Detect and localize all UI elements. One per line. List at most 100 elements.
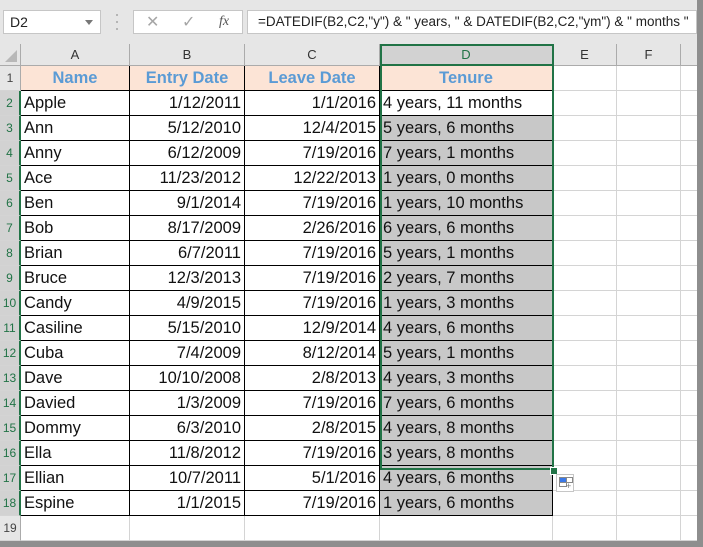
empty-cell[interactable] <box>553 166 617 191</box>
row-header-7[interactable]: 7 <box>0 216 21 241</box>
row-header-18[interactable]: 18 <box>0 491 21 516</box>
row-header-19[interactable]: 19 <box>0 516 21 541</box>
column-header-g[interactable] <box>681 44 697 66</box>
empty-cell[interactable] <box>617 91 681 116</box>
name-cell[interactable]: Cuba <box>21 341 130 366</box>
empty-cell[interactable] <box>681 191 697 216</box>
empty-cell[interactable] <box>21 516 130 541</box>
row-header-14[interactable]: 14 <box>0 391 21 416</box>
column-header-c[interactable]: C <box>245 44 380 66</box>
empty-cell[interactable] <box>681 91 697 116</box>
leave-date-cell[interactable]: 5/1/2016 <box>245 466 380 491</box>
row-header-17[interactable]: 17 <box>0 466 21 491</box>
empty-cell[interactable] <box>681 316 697 341</box>
entry-date-cell[interactable]: 8/17/2009 <box>130 216 245 241</box>
name-cell[interactable]: Casiline <box>21 316 130 341</box>
empty-cell[interactable] <box>553 316 617 341</box>
empty-cell[interactable] <box>245 516 380 541</box>
name-cell[interactable]: Ann <box>21 116 130 141</box>
empty-cell[interactable] <box>617 266 681 291</box>
entry-date-cell[interactable]: 1/3/2009 <box>130 391 245 416</box>
tenure-cell[interactable]: 3 years, 8 months <box>380 441 553 466</box>
row-header-3[interactable]: 3 <box>0 116 21 141</box>
name-cell[interactable]: Bob <box>21 216 130 241</box>
entry-date-cell[interactable]: 6/12/2009 <box>130 141 245 166</box>
row-header-13[interactable]: 13 <box>0 366 21 391</box>
empty-cell[interactable] <box>553 91 617 116</box>
name-cell[interactable]: Bruce <box>21 266 130 291</box>
tenure-cell[interactable]: 5 years, 1 months <box>380 341 553 366</box>
empty-cell[interactable] <box>681 241 697 266</box>
name-cell[interactable]: Brian <box>21 241 130 266</box>
empty-cell[interactable] <box>681 491 697 516</box>
row-header-1[interactable]: 1 <box>0 66 21 91</box>
column-header-f[interactable]: F <box>617 44 681 66</box>
empty-cell[interactable] <box>553 266 617 291</box>
tenure-cell[interactable]: 1 years, 6 months <box>380 491 553 516</box>
empty-cell[interactable] <box>681 341 697 366</box>
row-header-9[interactable]: 9 <box>0 266 21 291</box>
empty-cell[interactable] <box>681 66 697 91</box>
row-header-2[interactable]: 2 <box>0 91 21 116</box>
empty-cell[interactable] <box>553 66 617 91</box>
leave-date-cell[interactable]: 12/22/2013 <box>245 166 380 191</box>
cancel-icon[interactable]: ✕ <box>146 12 159 32</box>
empty-cell[interactable] <box>553 191 617 216</box>
empty-cell[interactable] <box>617 466 681 491</box>
leave-date-cell[interactable]: 7/19/2016 <box>245 191 380 216</box>
row-header-4[interactable]: 4 <box>0 141 21 166</box>
row-header-12[interactable]: 12 <box>0 341 21 366</box>
name-cell[interactable]: Ace <box>21 166 130 191</box>
empty-cell[interactable] <box>553 391 617 416</box>
empty-cell[interactable] <box>681 166 697 191</box>
name-cell[interactable]: Dave <box>21 366 130 391</box>
empty-cell[interactable] <box>617 441 681 466</box>
name-cell[interactable]: Espine <box>21 491 130 516</box>
empty-cell[interactable] <box>617 291 681 316</box>
leave-date-cell[interactable]: 2/26/2016 <box>245 216 380 241</box>
empty-cell[interactable] <box>681 116 697 141</box>
entry-date-cell[interactable]: 6/7/2011 <box>130 241 245 266</box>
column-header-d[interactable]: D <box>380 44 553 66</box>
entry-date-cell[interactable]: 5/12/2010 <box>130 116 245 141</box>
empty-cell[interactable] <box>617 166 681 191</box>
entry-date-cell[interactable]: 11/8/2012 <box>130 441 245 466</box>
header-cell-entry-date[interactable]: Entry Date <box>130 66 245 91</box>
leave-date-cell[interactable]: 7/19/2016 <box>245 266 380 291</box>
leave-date-cell[interactable]: 12/9/2014 <box>245 316 380 341</box>
tenure-cell[interactable]: 5 years, 1 months <box>380 241 553 266</box>
chevron-down-icon[interactable] <box>85 20 93 25</box>
empty-cell[interactable] <box>553 241 617 266</box>
empty-cell[interactable] <box>380 516 553 541</box>
tenure-cell[interactable]: 4 years, 11 months <box>380 91 553 116</box>
grip-handle-icon[interactable] <box>116 14 119 30</box>
tenure-cell[interactable]: 4 years, 6 months <box>380 466 553 491</box>
empty-cell[interactable] <box>681 266 697 291</box>
column-header-a[interactable]: A <box>21 44 130 66</box>
row-header-10[interactable]: 10 <box>0 291 21 316</box>
empty-cell[interactable] <box>553 141 617 166</box>
tenure-cell[interactable]: 1 years, 0 months <box>380 166 553 191</box>
entry-date-cell[interactable]: 1/1/2015 <box>130 491 245 516</box>
empty-cell[interactable] <box>553 416 617 441</box>
select-all-button[interactable] <box>0 44 21 66</box>
name-cell[interactable]: Anny <box>21 141 130 166</box>
leave-date-cell[interactable]: 1/1/2016 <box>245 91 380 116</box>
empty-cell[interactable] <box>681 516 697 541</box>
empty-cell[interactable] <box>553 366 617 391</box>
leave-date-cell[interactable]: 7/19/2016 <box>245 241 380 266</box>
leave-date-cell[interactable]: 2/8/2013 <box>245 366 380 391</box>
tenure-cell[interactable]: 4 years, 3 months <box>380 366 553 391</box>
empty-cell[interactable] <box>681 366 697 391</box>
entry-date-cell[interactable]: 10/10/2008 <box>130 366 245 391</box>
empty-cell[interactable] <box>681 291 697 316</box>
row-header-15[interactable]: 15 <box>0 416 21 441</box>
entry-date-cell[interactable]: 4/9/2015 <box>130 291 245 316</box>
entry-date-cell[interactable]: 11/23/2012 <box>130 166 245 191</box>
formula-input[interactable]: =DATEDIF(B2,C2,"y") & " years, " & DATED… <box>247 10 697 34</box>
insert-function-icon[interactable]: fx <box>219 14 229 30</box>
empty-cell[interactable] <box>617 316 681 341</box>
header-cell-leave-date[interactable]: Leave Date <box>245 66 380 91</box>
leave-date-cell[interactable]: 2/8/2015 <box>245 416 380 441</box>
empty-cell[interactable] <box>130 516 245 541</box>
